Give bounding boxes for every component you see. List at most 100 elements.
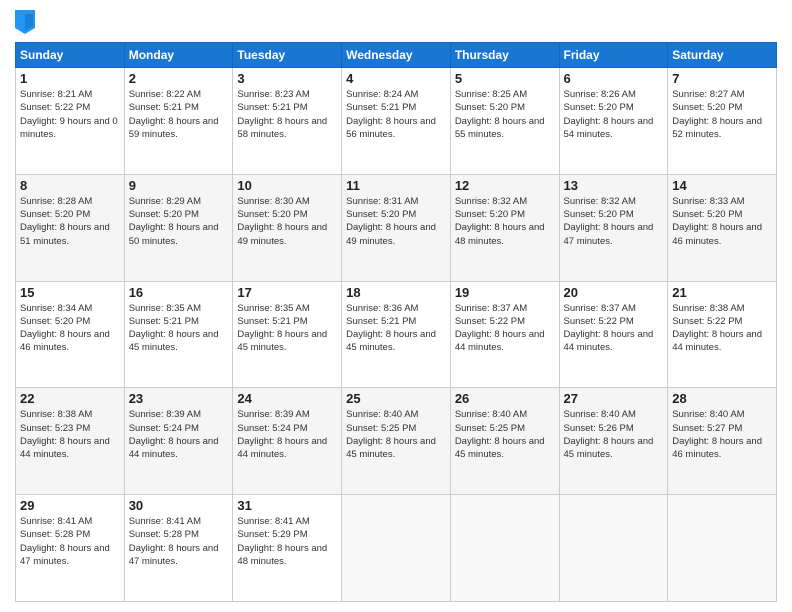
sunrise-label: Sunrise: 8:27 AM <box>672 89 744 100</box>
calendar-table: SundayMondayTuesdayWednesdayThursdayFrid… <box>15 42 777 602</box>
sunrise-label: Sunrise: 8:39 AM <box>237 409 309 420</box>
daylight-label: Daylight: 8 hours and 59 minutes. <box>129 116 219 140</box>
calendar-cell: 27 Sunrise: 8:40 AM Sunset: 5:26 PM Dayl… <box>559 388 668 495</box>
day-number: 6 <box>564 71 664 86</box>
calendar-cell: 1 Sunrise: 8:21 AM Sunset: 5:22 PM Dayli… <box>16 68 125 175</box>
sunrise-label: Sunrise: 8:35 AM <box>237 303 309 314</box>
calendar-week-row: 15 Sunrise: 8:34 AM Sunset: 5:20 PM Dayl… <box>16 281 777 388</box>
sunrise-label: Sunrise: 8:28 AM <box>20 196 92 207</box>
header <box>15 10 777 34</box>
calendar-cell: 25 Sunrise: 8:40 AM Sunset: 5:25 PM Dayl… <box>342 388 451 495</box>
sunset-label: Sunset: 5:21 PM <box>346 102 416 113</box>
sunset-label: Sunset: 5:21 PM <box>129 102 199 113</box>
sunrise-label: Sunrise: 8:33 AM <box>672 196 744 207</box>
sunset-label: Sunset: 5:21 PM <box>346 316 416 327</box>
day-number: 14 <box>672 178 772 193</box>
calendar-cell: 31 Sunrise: 8:41 AM Sunset: 5:29 PM Dayl… <box>233 495 342 602</box>
daylight-label: Daylight: 8 hours and 44 minutes. <box>672 329 762 353</box>
sunset-label: Sunset: 5:21 PM <box>129 316 199 327</box>
calendar-cell: 4 Sunrise: 8:24 AM Sunset: 5:21 PM Dayli… <box>342 68 451 175</box>
day-number: 22 <box>20 391 120 406</box>
day-number: 2 <box>129 71 229 86</box>
sunrise-label: Sunrise: 8:39 AM <box>129 409 201 420</box>
day-info: Sunrise: 8:21 AM Sunset: 5:22 PM Dayligh… <box>20 88 120 141</box>
daylight-label: Daylight: 8 hours and 54 minutes. <box>564 116 654 140</box>
daylight-label: Daylight: 8 hours and 47 minutes. <box>564 222 654 246</box>
day-number: 7 <box>672 71 772 86</box>
calendar-cell: 3 Sunrise: 8:23 AM Sunset: 5:21 PM Dayli… <box>233 68 342 175</box>
calendar-cell: 11 Sunrise: 8:31 AM Sunset: 5:20 PM Dayl… <box>342 174 451 281</box>
day-info: Sunrise: 8:26 AM Sunset: 5:20 PM Dayligh… <box>564 88 664 141</box>
sunset-label: Sunset: 5:28 PM <box>129 529 199 540</box>
day-number: 3 <box>237 71 337 86</box>
sunrise-label: Sunrise: 8:24 AM <box>346 89 418 100</box>
day-info: Sunrise: 8:38 AM Sunset: 5:22 PM Dayligh… <box>672 302 772 355</box>
sunrise-label: Sunrise: 8:38 AM <box>672 303 744 314</box>
day-info: Sunrise: 8:32 AM Sunset: 5:20 PM Dayligh… <box>455 195 555 248</box>
daylight-label: Daylight: 8 hours and 47 minutes. <box>20 543 110 567</box>
calendar-cell <box>668 495 777 602</box>
col-header-monday: Monday <box>124 43 233 68</box>
sunrise-label: Sunrise: 8:34 AM <box>20 303 92 314</box>
day-info: Sunrise: 8:39 AM Sunset: 5:24 PM Dayligh… <box>237 408 337 461</box>
calendar-cell: 5 Sunrise: 8:25 AM Sunset: 5:20 PM Dayli… <box>450 68 559 175</box>
sunset-label: Sunset: 5:24 PM <box>129 423 199 434</box>
calendar-cell <box>450 495 559 602</box>
sunset-label: Sunset: 5:20 PM <box>455 209 525 220</box>
daylight-label: Daylight: 8 hours and 44 minutes. <box>455 329 545 353</box>
sunset-label: Sunset: 5:20 PM <box>672 209 742 220</box>
day-number: 29 <box>20 498 120 513</box>
calendar-cell: 16 Sunrise: 8:35 AM Sunset: 5:21 PM Dayl… <box>124 281 233 388</box>
calendar-cell: 22 Sunrise: 8:38 AM Sunset: 5:23 PM Dayl… <box>16 388 125 495</box>
day-info: Sunrise: 8:40 AM Sunset: 5:27 PM Dayligh… <box>672 408 772 461</box>
sunset-label: Sunset: 5:22 PM <box>672 316 742 327</box>
calendar-cell <box>342 495 451 602</box>
day-number: 30 <box>129 498 229 513</box>
calendar-cell: 18 Sunrise: 8:36 AM Sunset: 5:21 PM Dayl… <box>342 281 451 388</box>
col-header-saturday: Saturday <box>668 43 777 68</box>
day-number: 27 <box>564 391 664 406</box>
calendar-cell: 17 Sunrise: 8:35 AM Sunset: 5:21 PM Dayl… <box>233 281 342 388</box>
daylight-label: Daylight: 8 hours and 45 minutes. <box>129 329 219 353</box>
daylight-label: Daylight: 8 hours and 46 minutes. <box>20 329 110 353</box>
sunrise-label: Sunrise: 8:40 AM <box>346 409 418 420</box>
sunrise-label: Sunrise: 8:23 AM <box>237 89 309 100</box>
calendar-cell: 6 Sunrise: 8:26 AM Sunset: 5:20 PM Dayli… <box>559 68 668 175</box>
sunset-label: Sunset: 5:20 PM <box>20 209 90 220</box>
sunrise-label: Sunrise: 8:40 AM <box>564 409 636 420</box>
calendar-cell <box>559 495 668 602</box>
sunset-label: Sunset: 5:21 PM <box>237 102 307 113</box>
calendar-cell: 24 Sunrise: 8:39 AM Sunset: 5:24 PM Dayl… <box>233 388 342 495</box>
day-number: 26 <box>455 391 555 406</box>
calendar-cell: 28 Sunrise: 8:40 AM Sunset: 5:27 PM Dayl… <box>668 388 777 495</box>
day-number: 12 <box>455 178 555 193</box>
day-number: 20 <box>564 285 664 300</box>
day-info: Sunrise: 8:40 AM Sunset: 5:25 PM Dayligh… <box>455 408 555 461</box>
sunrise-label: Sunrise: 8:25 AM <box>455 89 527 100</box>
calendar-week-row: 29 Sunrise: 8:41 AM Sunset: 5:28 PM Dayl… <box>16 495 777 602</box>
day-number: 28 <box>672 391 772 406</box>
day-number: 9 <box>129 178 229 193</box>
sunset-label: Sunset: 5:23 PM <box>20 423 90 434</box>
day-number: 4 <box>346 71 446 86</box>
daylight-label: Daylight: 8 hours and 51 minutes. <box>20 222 110 246</box>
calendar-cell: 20 Sunrise: 8:37 AM Sunset: 5:22 PM Dayl… <box>559 281 668 388</box>
calendar-cell: 14 Sunrise: 8:33 AM Sunset: 5:20 PM Dayl… <box>668 174 777 281</box>
calendar-cell: 12 Sunrise: 8:32 AM Sunset: 5:20 PM Dayl… <box>450 174 559 281</box>
sunrise-label: Sunrise: 8:22 AM <box>129 89 201 100</box>
sunset-label: Sunset: 5:20 PM <box>346 209 416 220</box>
day-info: Sunrise: 8:40 AM Sunset: 5:25 PM Dayligh… <box>346 408 446 461</box>
day-number: 24 <box>237 391 337 406</box>
sunrise-label: Sunrise: 8:32 AM <box>455 196 527 207</box>
sunrise-label: Sunrise: 8:38 AM <box>20 409 92 420</box>
sunrise-label: Sunrise: 8:35 AM <box>129 303 201 314</box>
day-info: Sunrise: 8:40 AM Sunset: 5:26 PM Dayligh… <box>564 408 664 461</box>
day-info: Sunrise: 8:29 AM Sunset: 5:20 PM Dayligh… <box>129 195 229 248</box>
day-info: Sunrise: 8:24 AM Sunset: 5:21 PM Dayligh… <box>346 88 446 141</box>
sunrise-label: Sunrise: 8:41 AM <box>20 516 92 527</box>
sunset-label: Sunset: 5:20 PM <box>564 102 634 113</box>
calendar-cell: 2 Sunrise: 8:22 AM Sunset: 5:21 PM Dayli… <box>124 68 233 175</box>
sunset-label: Sunset: 5:25 PM <box>346 423 416 434</box>
day-info: Sunrise: 8:23 AM Sunset: 5:21 PM Dayligh… <box>237 88 337 141</box>
day-info: Sunrise: 8:37 AM Sunset: 5:22 PM Dayligh… <box>455 302 555 355</box>
